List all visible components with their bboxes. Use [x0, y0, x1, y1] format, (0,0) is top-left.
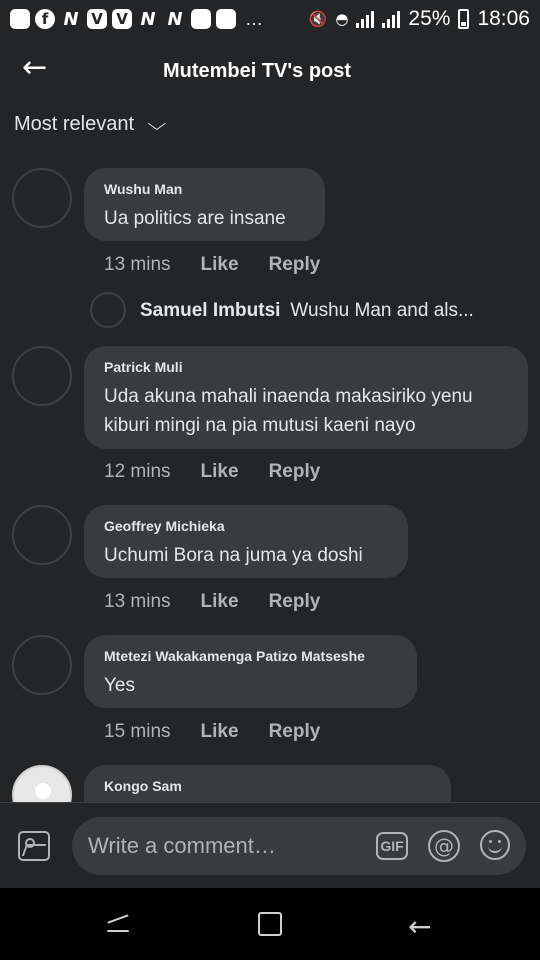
reply-button[interactable]: Reply [269, 721, 321, 743]
comment-time: 13 mins [104, 254, 171, 275]
comment-bubble[interactable]: Geoffrey Michieka Uchumi Bora na juma ya… [84, 505, 408, 578]
comment-text: Yes [104, 675, 135, 696]
avatar[interactable] [12, 346, 72, 406]
avatar[interactable] [12, 765, 72, 802]
comment-input[interactable] [88, 817, 368, 875]
system-nav-bar: ← [0, 888, 540, 960]
comment-bubble[interactable]: Wushu Man Ua politics are insane [84, 168, 325, 241]
reply-button[interactable]: Reply [269, 591, 321, 613]
like-button[interactable]: Like [201, 721, 239, 743]
comment-meta: 13 mins Like Reply [104, 254, 320, 276]
recent-apps-icon[interactable] [107, 914, 131, 936]
mention-icon[interactable]: @ [428, 830, 460, 862]
reply-author: Samuel Imbutsi [140, 300, 281, 321]
comment-bubble[interactable]: Kongo Sam [84, 765, 451, 802]
comment-time: 15 mins [104, 721, 171, 742]
back-icon[interactable]: ← [408, 910, 431, 943]
like-button[interactable]: Like [201, 461, 239, 483]
comment-author[interactable]: Kongo Sam [104, 778, 431, 794]
avatar[interactable] [12, 168, 72, 228]
comment-bubble[interactable]: Mtetezi Wakakamenga Patizo Matseshe Yes [84, 635, 417, 708]
reply-snippet: Wushu Man and als... [290, 300, 474, 321]
gif-icon[interactable]: GIF [376, 832, 408, 860]
comment-list: Wushu Man Ua politics are insane 13 mins… [0, 0, 540, 802]
comment-bubble[interactable]: Patrick Muli Uda akuna mahali inaenda ma… [84, 346, 528, 449]
emoji-icon[interactable] [480, 830, 510, 860]
comment-meta: 13 mins Like Reply [104, 591, 320, 613]
avatar[interactable] [12, 505, 72, 565]
comment-text: Uda akuna mahali inaenda makasiriko yenu… [104, 386, 473, 436]
home-icon[interactable] [258, 912, 282, 936]
avatar[interactable] [12, 635, 72, 695]
comment-composer: GIF @ [0, 803, 540, 888]
comment-text: Uchumi Bora na juma ya doshi [104, 545, 363, 566]
comment-time: 12 mins [104, 461, 171, 482]
reply-button[interactable]: Reply [269, 461, 321, 483]
reply-preview[interactable]: Samuel Imbutsi Wushu Man and als... [140, 300, 474, 322]
reply-button[interactable]: Reply [269, 254, 321, 276]
comment-text: Ua politics are insane [104, 208, 286, 229]
comment-meta: 12 mins Like Reply [104, 461, 320, 483]
comment-author[interactable]: Geoffrey Michieka [104, 518, 388, 534]
like-button[interactable]: Like [201, 254, 239, 276]
comment-input-box[interactable]: GIF @ [72, 817, 526, 875]
avatar[interactable] [90, 292, 126, 328]
photo-icon[interactable] [18, 831, 50, 861]
like-button[interactable]: Like [201, 591, 239, 613]
comment-time: 13 mins [104, 591, 171, 612]
comment-author[interactable]: Mtetezi Wakakamenga Patizo Matseshe [104, 648, 397, 664]
comment-author[interactable]: Wushu Man [104, 181, 305, 197]
comment-meta: 15 mins Like Reply [104, 721, 320, 743]
comment-author[interactable]: Patrick Muli [104, 359, 508, 375]
